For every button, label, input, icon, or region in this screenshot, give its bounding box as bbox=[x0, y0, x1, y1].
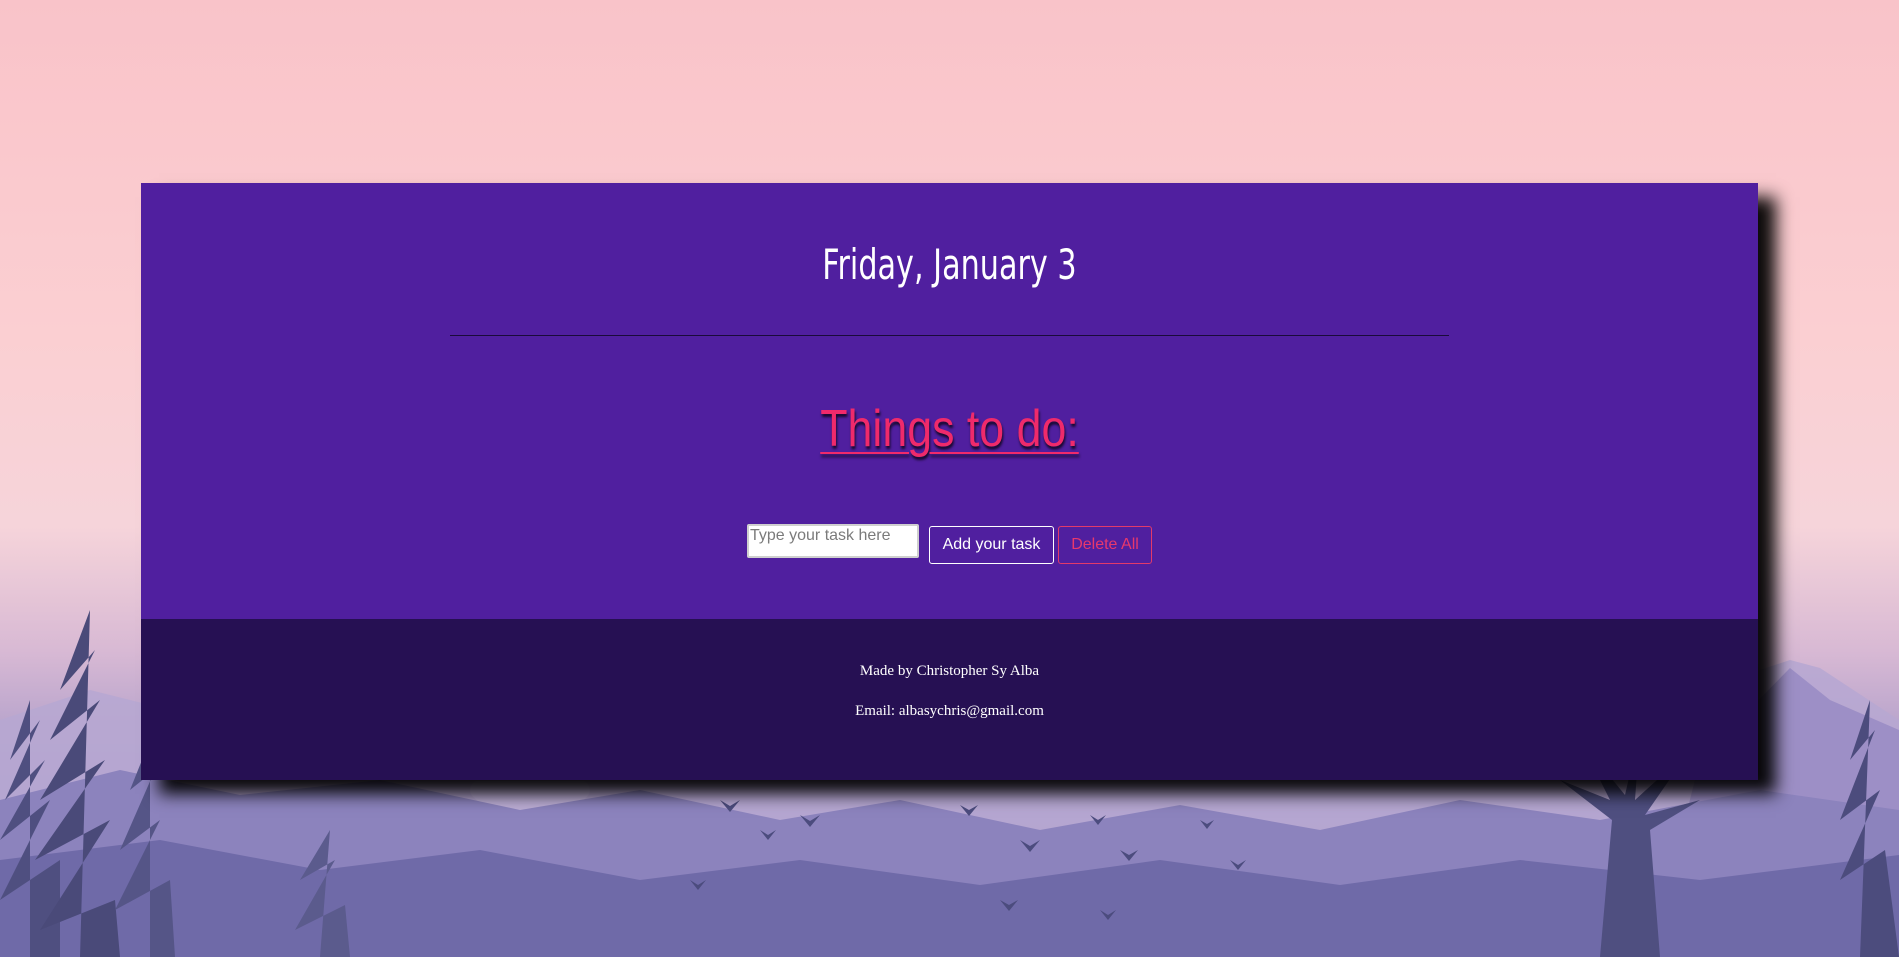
footer-made-by: Made by Christopher Sy Alba bbox=[859, 663, 1040, 679]
add-task-button[interactable]: Add your task bbox=[929, 526, 1054, 564]
todo-card: Friday, January 3 Things to do: Add your… bbox=[141, 183, 1758, 780]
delete-all-button[interactable]: Delete All bbox=[1058, 526, 1152, 564]
task-input[interactable] bbox=[747, 524, 919, 558]
card-main-section: Friday, January 3 Things to do: Add your… bbox=[141, 183, 1758, 619]
footer-email: Email: albasychris@gmail.com bbox=[855, 703, 1044, 719]
date-title: Friday, January 3 bbox=[822, 240, 1077, 289]
divider bbox=[450, 335, 1449, 336]
footer: Made by Christopher Sy Alba Email: albas… bbox=[141, 619, 1758, 780]
things-to-do-heading: Things to do: bbox=[820, 400, 1079, 458]
